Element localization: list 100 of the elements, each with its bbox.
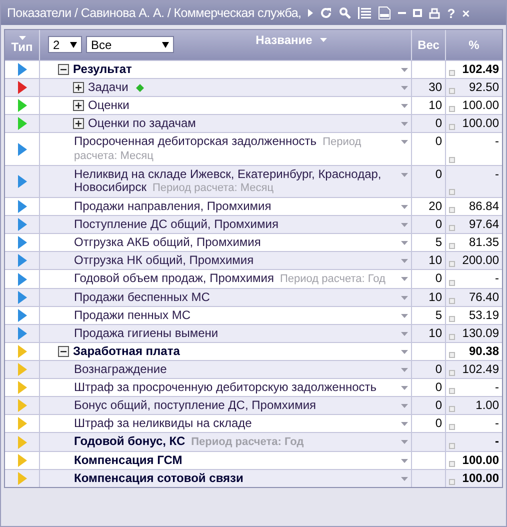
caret-icon[interactable] [18,36,26,40]
weight-value: 0 [435,271,442,285]
weight-value: 0 [435,167,442,181]
percent-value: 92.50 [468,81,499,94]
caret-icon[interactable] [401,350,408,354]
percent-value: 53.19 [468,309,499,322]
indicator-name[interactable]: Продажи беспенных МС [74,291,210,304]
indicator-name[interactable]: Результат [73,63,132,76]
caret-icon[interactable] [401,223,408,227]
percent-value: 100.00 [462,117,499,130]
indicator-name[interactable]: Бонус общий, поступление ДС, Промхимия [74,399,316,412]
list-icon[interactable] [358,7,372,19]
level-select[interactable]: 2 [48,36,82,53]
weight-value: 20 [428,199,442,213]
corner-icon [449,280,455,286]
corner-icon [449,424,455,430]
caret-icon[interactable] [401,477,408,481]
weight-value: 10 [428,98,442,112]
indicator-name[interactable]: Компенсация ГСМ [74,454,182,467]
corner-icon [449,157,455,163]
corner-icon [449,352,455,358]
corner-icon [449,316,455,322]
weight-value: 10 [428,253,442,267]
collapse-icon[interactable] [58,64,69,75]
weight-value: 10 [428,326,442,340]
indicator-name[interactable]: Задачи [88,81,128,94]
indicator-name[interactable]: Продажа гигиены вымени [74,327,218,340]
percent-value: 81.35 [468,236,499,249]
caret-icon[interactable] [401,314,408,318]
indicator-name[interactable]: Заработная плата [73,345,180,358]
caret-icon[interactable] [401,296,408,300]
indicator-name[interactable]: Поступление ДС общий, Промхимия [74,218,278,231]
refresh-icon[interactable] [320,7,332,19]
indicator-name[interactable]: Оценки [88,99,130,112]
indicator-name[interactable]: Отгрузка АКБ общий, Промхимия [74,236,261,249]
percent-value: 102.49 [462,63,499,76]
percent-value: - [495,381,499,394]
window-title: Показатели / Савинова А. А. / Коммерческая служба, [7,6,302,20]
status-select[interactable]: Все [86,36,174,53]
caret-icon[interactable] [401,86,408,90]
dropdown-arrow-icon [162,42,169,48]
arrow-icon[interactable] [308,9,314,17]
indicator-name[interactable]: Просроченная дебиторская задолженность Период расчета: Месяц [74,135,393,163]
caret-icon[interactable] [401,386,408,390]
caret-icon[interactable] [401,459,408,463]
indicator-name[interactable]: Вознаграждение [74,363,167,376]
caret-icon[interactable] [401,173,408,177]
weight-value: 0 [435,134,442,148]
percent-value: 86.84 [468,200,499,213]
indicator-name[interactable]: Отгрузка НК общий, Промхимия [74,254,254,267]
export-icon[interactable] [378,6,392,20]
caret-icon[interactable] [401,368,408,372]
caret-icon[interactable] [320,38,328,42]
percent-value: 200.00 [462,254,499,267]
collapse-icon[interactable] [58,346,69,357]
maximize-icon[interactable] [413,9,422,17]
weight-value: 0 [435,217,442,231]
caret-icon[interactable] [401,332,408,336]
percent-value: - [495,168,499,183]
expand-icon[interactable] [73,118,84,129]
indicator-name[interactable]: Штраф за неликвиды на складе [74,417,252,430]
caret-icon[interactable] [401,440,408,444]
indicator-name[interactable]: Годовой объем продаж, Промхимия Период расчета: Год [74,272,386,286]
indicator-name[interactable]: Компенсация сотовой связи [74,472,244,485]
caret-icon[interactable] [401,205,408,209]
indicator-name[interactable]: Годовой бонус, КС Период расчета: Год [74,435,304,449]
weight-value: 0 [435,398,442,412]
caret-icon[interactable] [401,104,408,108]
expand-icon[interactable] [73,82,84,93]
caret-icon[interactable] [401,259,408,263]
caret-icon[interactable] [401,422,408,426]
caret-icon[interactable] [401,122,408,126]
caret-icon[interactable] [401,277,408,281]
indicator-name[interactable]: Неликвид на складе Ижевск, Екатеринбург, Краснодар, Новосибирск Период расчета: Месяц [74,168,393,195]
caret-icon[interactable] [401,140,408,144]
indicator-name[interactable]: Продажи пенных МС [74,309,190,322]
percent-value: 90.38 [468,345,499,358]
weight-value: 0 [435,362,442,376]
minimize-icon[interactable] [398,12,406,14]
indicator-name[interactable]: Штраф за просроченную дебиторскую задолженность [74,381,377,394]
search-icon[interactable] [339,7,352,19]
weight-value: 5 [435,235,442,249]
caret-icon[interactable] [401,241,408,245]
corner-icon [449,106,455,112]
print-icon[interactable] [429,8,440,18]
caret-icon[interactable] [401,68,408,72]
percent-value: - [495,435,499,449]
indicator-name[interactable]: Продажи направления, Промхимия [74,200,272,213]
expand-icon[interactable] [73,100,84,111]
weight-value: 0 [435,116,442,130]
percent-value: 130.09 [462,327,499,340]
percent-value: - [495,272,499,286]
caret-icon[interactable] [401,404,408,408]
percent-value: 76.40 [468,291,499,304]
corner-icon [449,243,455,249]
weight-value: 0 [435,380,442,394]
percent-value: - [495,417,499,430]
percent-value: 100.00 [462,99,499,112]
indicator-name[interactable]: Оценки по задачам [88,117,196,130]
corner-icon [449,70,455,76]
